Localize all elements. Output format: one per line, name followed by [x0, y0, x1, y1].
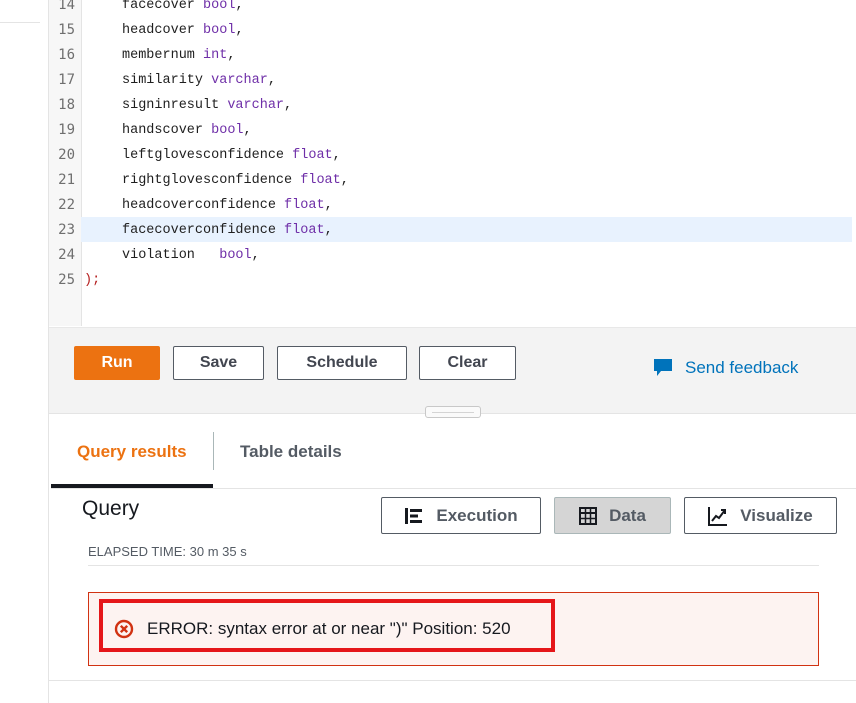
visualize-label: Visualize — [740, 505, 813, 525]
tab-query-results[interactable]: Query results — [77, 442, 187, 462]
elapsed-time: ELAPSED TIME: 30 m 35 s — [88, 544, 247, 559]
code-line[interactable]: 17 similarity varchar, — [49, 68, 856, 93]
code-line[interactable]: 16 membernum int, — [49, 43, 856, 68]
line-suffix: , — [235, 0, 244, 13]
line-number: 21 — [58, 172, 75, 188]
code-line[interactable]: 21 rightglovesconfidence float, — [49, 168, 856, 193]
feedback-icon — [654, 359, 672, 376]
line-suffix: , — [243, 123, 252, 138]
column-name: leftglovesconfidence — [122, 148, 285, 163]
nav-divider — [0, 22, 40, 23]
code-line[interactable]: 20 leftglovesconfidence float, — [49, 143, 856, 168]
line-suffix: , — [284, 98, 293, 113]
column-type: varchar — [227, 98, 285, 113]
column-type: bool — [203, 0, 236, 13]
column-type: float — [300, 173, 341, 188]
results-panel: Query Execution Data Visualize ELAPSED T… — [51, 488, 856, 681]
tab-separator — [213, 432, 214, 470]
line-number: 24 — [58, 247, 75, 263]
line-number: 16 — [58, 47, 75, 63]
column-type: float — [284, 223, 325, 238]
sql-editor[interactable]: 14 facecover bool, 15 headcover bool, 16… — [49, 0, 856, 326]
column-type: bool — [203, 23, 236, 38]
visualize-button[interactable]: Visualize — [684, 497, 837, 534]
bottom-divider — [49, 680, 856, 681]
line-number: 15 — [58, 22, 75, 38]
results-title: Query — [82, 497, 140, 520]
line-suffix: , — [324, 198, 333, 213]
column-name: similarity — [122, 73, 204, 88]
line-number: 17 — [58, 72, 75, 88]
data-button[interactable]: Data — [554, 497, 671, 534]
column-type: varchar — [211, 73, 268, 88]
column-name: facecover — [122, 0, 195, 13]
line-suffix: , — [251, 248, 260, 263]
resize-handle[interactable] — [425, 406, 481, 418]
line-number: 14 — [58, 0, 75, 13]
line-chart-icon — [708, 506, 728, 526]
closing-paren: ); — [84, 273, 101, 288]
column-name: signinresult — [122, 98, 220, 113]
line-suffix: , — [332, 148, 341, 163]
column-type: float — [284, 198, 325, 213]
code-line-active[interactable]: 23 facecoverconfidence float, — [49, 218, 856, 243]
line-suffix: , — [324, 223, 333, 238]
code-line[interactable]: 18 signinresult varchar, — [49, 93, 856, 118]
left-nav-strip — [0, 0, 49, 703]
code-line[interactable]: 19 handscover bool, — [49, 118, 856, 143]
column-name: violation — [122, 248, 212, 263]
line-number: 18 — [58, 97, 75, 113]
code-line[interactable]: 25 ); — [49, 268, 856, 293]
query-toolbar: Run Save Schedule Clear Send feedback — [49, 327, 856, 414]
run-button[interactable]: Run — [74, 346, 160, 380]
code-line[interactable]: 22 headcoverconfidence float, — [49, 193, 856, 218]
line-number: 20 — [58, 147, 75, 163]
code-line[interactable]: 15 headcover bool, — [49, 18, 856, 43]
code-line[interactable]: 24 violation bool, — [49, 243, 856, 268]
schedule-button[interactable]: Schedule — [277, 346, 407, 380]
send-feedback-label: Send feedback — [685, 358, 799, 377]
error-message: ERROR: syntax error at or near ")" Posit… — [147, 619, 511, 638]
results-divider — [88, 565, 819, 566]
clear-button[interactable]: Clear — [419, 346, 516, 380]
code-line[interactable]: 14 facecover bool, — [49, 0, 856, 18]
send-feedback-link[interactable]: Send feedback — [653, 358, 798, 378]
execution-icon — [405, 507, 423, 524]
column-name: headcoverconfidence — [122, 198, 276, 213]
column-type: float — [292, 148, 333, 163]
error-icon — [114, 619, 134, 639]
save-button[interactable]: Save — [173, 346, 264, 380]
line-number: 22 — [58, 197, 75, 213]
line-number: 25 — [58, 272, 75, 288]
column-type: int — [203, 48, 228, 63]
column-type: bool — [219, 248, 252, 263]
column-name: membernum — [122, 48, 195, 63]
data-label: Data — [609, 505, 646, 525]
line-number: 23 — [58, 222, 75, 238]
line-suffix: , — [235, 23, 244, 38]
column-name: facecoverconfidence — [122, 223, 276, 238]
column-type: bool — [211, 123, 244, 138]
line-suffix: , — [340, 173, 349, 188]
line-suffix: , — [267, 73, 276, 88]
results-tabs: Query results Table details — [51, 420, 856, 488]
line-number: 19 — [58, 122, 75, 138]
execution-button[interactable]: Execution — [381, 497, 541, 534]
line-suffix: , — [227, 48, 236, 63]
table-grid-icon — [579, 506, 598, 525]
tab-table-details[interactable]: Table details — [240, 442, 342, 462]
column-name: handscover — [122, 123, 204, 138]
execution-label: Execution — [436, 505, 518, 525]
column-name: rightglovesconfidence — [122, 173, 293, 188]
column-name: headcover — [122, 23, 195, 38]
